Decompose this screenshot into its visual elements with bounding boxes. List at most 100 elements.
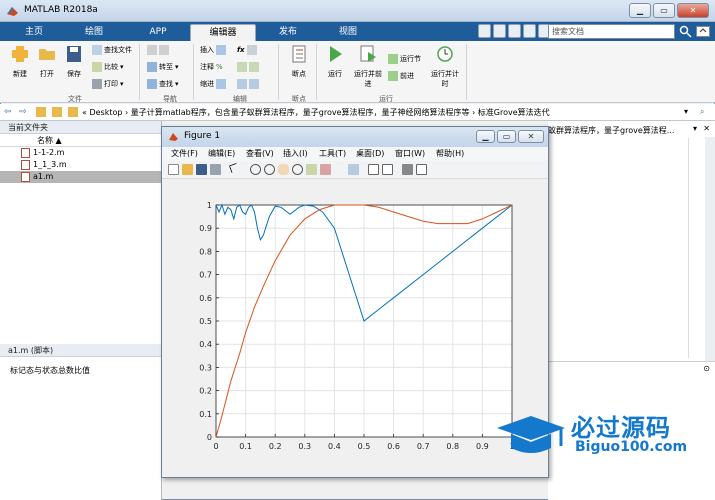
compare-icon: [92, 62, 102, 72]
cut-quick-icon[interactable]: [493, 24, 506, 38]
indent-button[interactable]: 缩进: [200, 78, 226, 90]
zoom-in-icon[interactable]: [250, 164, 261, 175]
y-tick-label: 0.2: [199, 387, 212, 396]
file-item[interactable]: 1_1_3.m: [0, 159, 161, 171]
goto-icon: [147, 62, 157, 72]
new-button[interactable]: 新建: [5, 45, 35, 79]
x-tick-label: 0.8: [446, 442, 459, 451]
menu-tools[interactable]: 工具(T): [319, 148, 346, 159]
fx-button[interactable]: fx: [237, 44, 257, 56]
editor-scrollbar[interactable]: [705, 137, 715, 361]
open-button[interactable]: 打开: [32, 45, 62, 79]
comment-button[interactable]: 注释%: [200, 61, 223, 73]
save-quick-icon[interactable]: [478, 24, 491, 38]
y-tick-label: 0.8: [199, 247, 212, 256]
goto-button[interactable]: 转至 ▾: [147, 61, 179, 73]
up-folder-icon[interactable]: [36, 107, 46, 117]
breakpoints-button[interactable]: 断点: [284, 45, 314, 79]
forward-arrow-icon[interactable]: ⇨: [19, 107, 27, 117]
file-item[interactable]: 1-1-2.m: [0, 147, 161, 159]
insert-icon: [216, 45, 226, 55]
search-documentation-input[interactable]: 搜索文档: [548, 24, 675, 39]
compare-button[interactable]: 比较 ▾: [92, 61, 124, 73]
indent-tools[interactable]: [237, 78, 259, 90]
print-figure-icon[interactable]: [210, 164, 221, 175]
open-label: 打开: [40, 70, 54, 78]
run-label: 运行: [328, 70, 342, 78]
browse-folder-icon[interactable]: [52, 107, 62, 117]
advance-button[interactable]: 前进: [388, 70, 414, 82]
menu-window[interactable]: 窗口(W): [395, 148, 425, 159]
open-file-icon[interactable]: [182, 164, 193, 175]
path-dropdown-icon[interactable]: ▾: [684, 107, 688, 116]
tab-apps[interactable]: APP: [136, 24, 180, 41]
file-name: 1-1-2.m: [33, 148, 65, 157]
search-folder-icon[interactable]: ⌕: [700, 107, 704, 117]
run-section-button[interactable]: 运行节: [388, 53, 421, 65]
data-cursor-icon[interactable]: [306, 164, 317, 175]
close-button[interactable]: ✕: [677, 3, 709, 18]
zoom-out-icon[interactable]: [264, 164, 275, 175]
save-figure-icon[interactable]: [196, 164, 207, 175]
undo-quick-icon[interactable]: [523, 24, 536, 38]
print-button[interactable]: 打印 ▾: [92, 78, 124, 90]
show-plot-tools-icon[interactable]: [416, 164, 427, 175]
x-tick-label: 0.6: [387, 442, 400, 451]
copy-quick-icon[interactable]: [508, 24, 521, 38]
editor-close-icon[interactable]: ✕: [703, 124, 710, 133]
save-button[interactable]: 保存: [59, 45, 89, 79]
maximize-button[interactable]: ▭: [653, 3, 675, 18]
menu-desktop[interactable]: 桌面(D): [356, 148, 384, 159]
name-column-header[interactable]: 名称 ▲: [0, 134, 161, 147]
collapse-ribbon-icon[interactable]: [696, 26, 710, 37]
tab-home[interactable]: 主页: [12, 24, 56, 41]
editor-dropdown-icon[interactable]: ▾: [693, 124, 697, 133]
run-advance-button[interactable]: 运行并前进: [353, 45, 383, 89]
insert-button[interactable]: 插入: [200, 44, 226, 56]
figure-maximize-button[interactable]: ▭: [497, 130, 516, 143]
run-time-button[interactable]: 运行并计时: [430, 45, 460, 89]
menu-file[interactable]: 文件(F): [171, 148, 198, 159]
find-icon: [147, 79, 157, 89]
details-panel: a1.m (脚本) 标记态与状态总数比值: [0, 344, 162, 500]
figure-close-button[interactable]: ✕: [518, 130, 544, 143]
arrow-select-icon[interactable]: [228, 162, 240, 174]
tab-editor[interactable]: 编辑器: [190, 24, 256, 41]
colorbar-icon[interactable]: [368, 164, 379, 175]
menu-view[interactable]: 查看(V): [246, 148, 274, 159]
back-arrow-icon[interactable]: ⇦: [4, 107, 12, 117]
m-file-icon: [21, 172, 30, 182]
run-section-icon: [388, 54, 398, 64]
tab-publish[interactable]: 发布: [266, 24, 310, 41]
comment-tools[interactable]: [237, 61, 259, 73]
line-chart[interactable]: 0 0.1 0.2 0.3 0.4 0.5 0.6 0.7 0.8 0.9 1 0 0.1 0.2 0.3 0…: [162, 179, 548, 477]
link-plot-icon[interactable]: [348, 164, 359, 175]
rotate-3d-icon[interactable]: [292, 164, 303, 175]
menu-edit[interactable]: 编辑(E): [208, 148, 235, 159]
brush-icon[interactable]: [320, 164, 331, 175]
back-forward-nav[interactable]: [147, 44, 169, 56]
y-tick-label: 0: [207, 433, 212, 442]
current-folder-path[interactable]: « Desktop › 量子计算matlab程序，包含量子蚁群算法程序，量子gr…: [82, 107, 550, 118]
current-folder-panel: 当前文件夹 名称 ▲ 1-1-2.m 1_1_3.m a1.m: [0, 121, 162, 344]
editor-area: 蚁群算法程序，量子grove算法程... ▾ ✕: [548, 121, 715, 361]
menu-help[interactable]: 帮助(H): [436, 148, 464, 159]
figure-minimize-button[interactable]: ▁: [476, 130, 495, 143]
group-label-breakpoints: 断点: [292, 95, 306, 103]
current-folder-title: 当前文件夹: [0, 121, 161, 134]
legend-icon[interactable]: [382, 164, 393, 175]
fx-menu-icon: [246, 45, 257, 55]
minimize-button[interactable]: ▁: [629, 3, 651, 18]
menu-insert[interactable]: 插入(I): [283, 148, 308, 159]
hide-plot-tools-icon[interactable]: [402, 164, 413, 175]
pan-hand-icon[interactable]: [278, 164, 289, 175]
find-files-button[interactable]: 查找文件: [92, 44, 132, 56]
file-item-selected[interactable]: a1.m: [0, 171, 161, 183]
tab-view[interactable]: 视图: [326, 24, 370, 41]
new-figure-icon[interactable]: [168, 164, 179, 175]
workspace-menu-icon[interactable]: ⊙: [703, 364, 710, 373]
find-button[interactable]: 查找 ▾: [147, 78, 179, 90]
run-button[interactable]: 运行: [320, 45, 350, 79]
search-icon[interactable]: [679, 25, 692, 38]
tab-plots[interactable]: 绘图: [72, 24, 116, 41]
